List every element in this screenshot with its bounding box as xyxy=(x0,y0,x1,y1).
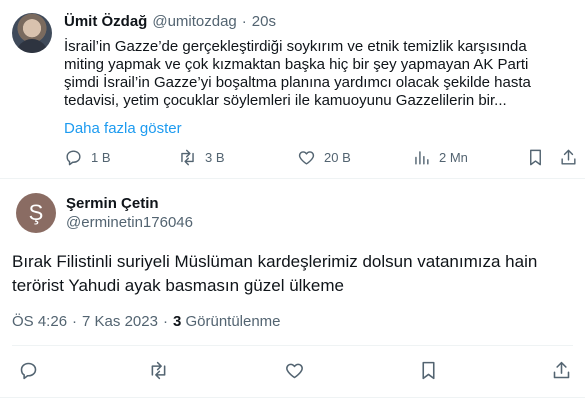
tweet-meta: ÖS 4:26 · 7 Kas 2023 · 3 Görüntülenme xyxy=(12,313,281,330)
bookmark-button[interactable] xyxy=(418,360,439,381)
tweet-actions: 1 B 3 B 20 B 2 Mn xyxy=(64,148,579,172)
retweet-icon xyxy=(151,361,166,380)
divider xyxy=(0,178,585,179)
tweet-header: Ümit Özdağ @umitozdag · 20s xyxy=(64,13,276,30)
views-info[interactable]: 3 Görüntülenme xyxy=(173,313,281,330)
tweet-time[interactable]: ÖS 4:26 xyxy=(12,313,67,330)
avatar[interactable] xyxy=(12,13,52,53)
views-icon xyxy=(415,151,429,165)
tweet-date[interactable]: 7 Kas 2023 xyxy=(82,313,158,330)
separator: · xyxy=(72,313,78,330)
share-icon xyxy=(561,149,576,165)
divider xyxy=(12,345,573,346)
author-name[interactable]: Şermin Çetin xyxy=(66,195,159,212)
reply-button[interactable] xyxy=(18,360,39,381)
views-button[interactable]: 2 Mn xyxy=(412,148,468,167)
like-button[interactable] xyxy=(284,360,305,381)
author-handle[interactable]: @erminetin176046 xyxy=(66,214,193,231)
tweet-time[interactable]: 20s xyxy=(252,13,276,30)
views-count: 3 xyxy=(172,313,182,330)
separator: · xyxy=(241,13,247,30)
reply-count: 1 B xyxy=(91,150,111,165)
like-icon xyxy=(298,151,315,165)
retweet-button[interactable] xyxy=(148,360,169,381)
bookmark-icon xyxy=(530,149,541,166)
share-button[interactable] xyxy=(551,360,572,381)
tweet-text: Bırak Filistinli suriyeli Müslüman karde… xyxy=(12,252,538,295)
like-button[interactable]: 20 B xyxy=(297,148,351,167)
parent-tweet[interactable]: Ümit Özdağ @umitozdag · 20s İsrail’in Ga… xyxy=(0,0,585,178)
bookmark-icon xyxy=(422,361,435,380)
separator: · xyxy=(162,313,168,330)
views-count: 2 Mn xyxy=(439,150,468,165)
share-button[interactable] xyxy=(559,148,578,167)
author-handle[interactable]: @umitozdag xyxy=(152,13,236,30)
avatar[interactable]: Ş xyxy=(16,193,56,233)
divider xyxy=(0,397,585,398)
reply-icon xyxy=(66,150,81,166)
tweet-text: İsrail’in Gazze’de gerçekleştirdiği soyk… xyxy=(64,38,531,109)
reply-button[interactable]: 1 B xyxy=(64,148,111,167)
retweet-icon xyxy=(181,149,194,166)
share-icon xyxy=(553,361,570,379)
bookmark-button[interactable] xyxy=(526,148,545,167)
views-label: Görüntülenme xyxy=(185,313,281,330)
show-more-link[interactable]: Daha fazla göster xyxy=(64,120,182,137)
retweet-count: 3 B xyxy=(205,150,225,165)
like-count: 20 B xyxy=(324,150,351,165)
like-icon xyxy=(286,363,303,379)
author-name[interactable]: Ümit Özdağ xyxy=(64,13,147,30)
tweet-actions xyxy=(18,360,578,384)
reply-icon xyxy=(20,362,37,380)
retweet-button[interactable]: 3 B xyxy=(178,148,225,167)
avatar-letter: Ş xyxy=(28,200,44,225)
